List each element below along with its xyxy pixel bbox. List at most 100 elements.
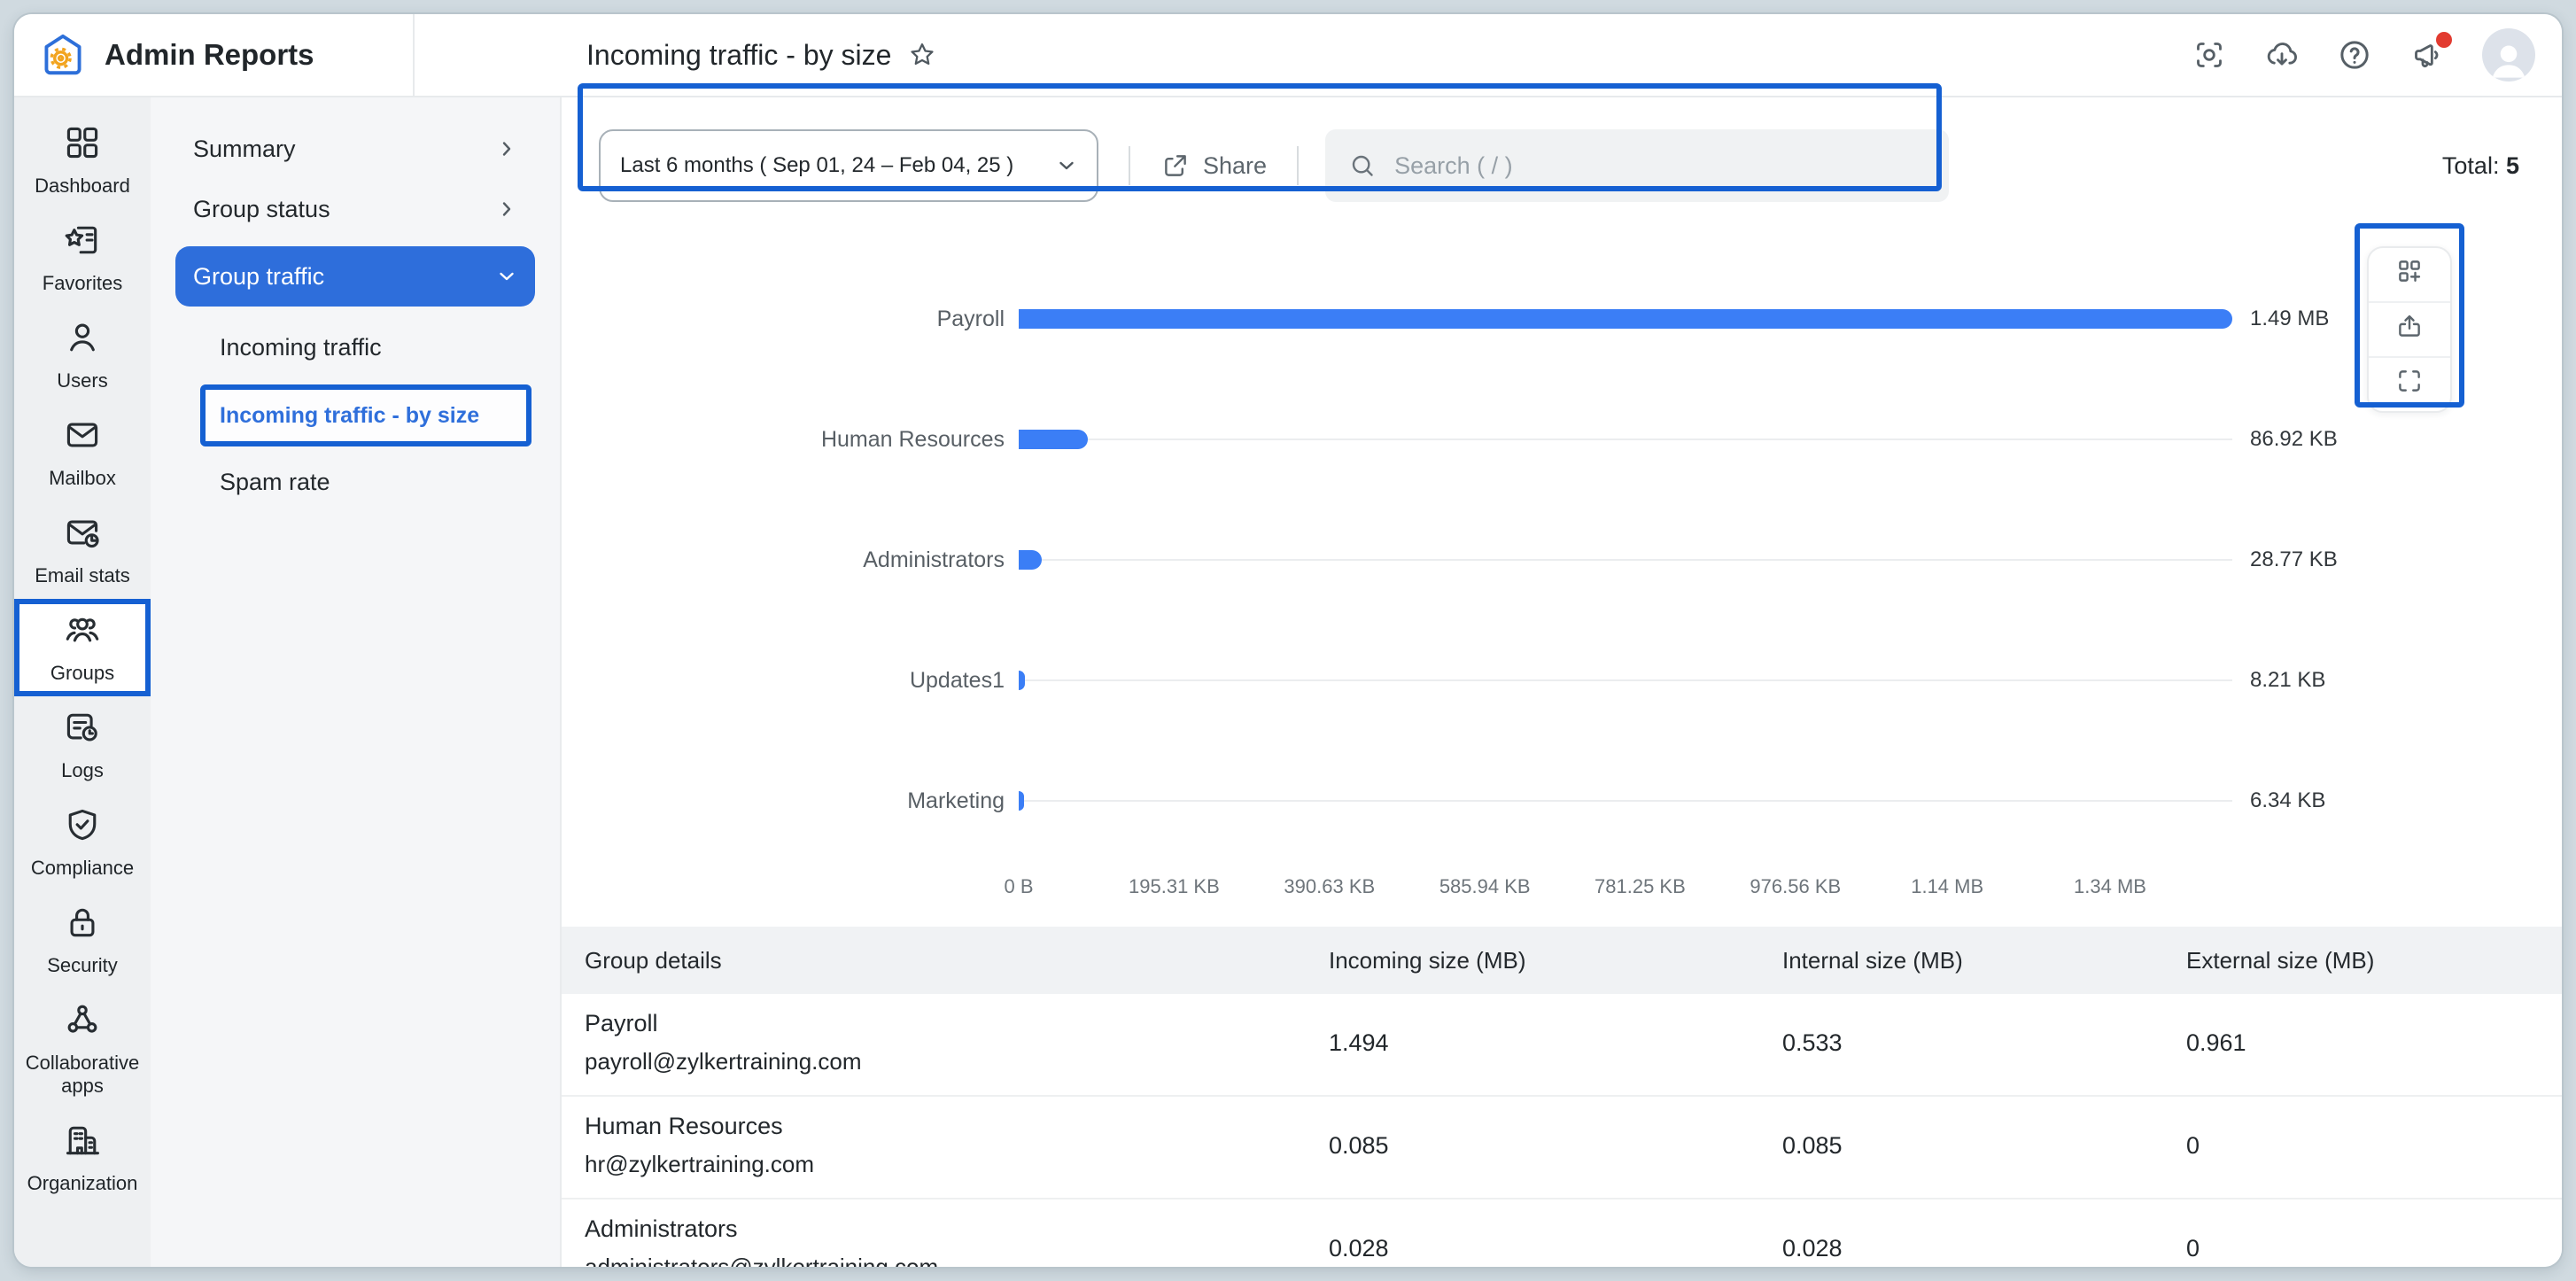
rail-item-label: Dashboard [35,175,130,198]
date-range-dropdown[interactable]: Last 6 months ( Sep 01, 24 – Feb 04, 25 … [599,129,1098,202]
nav-item-label: Group traffic [193,262,325,290]
group-name: Human Resources [585,1113,783,1139]
user-avatar[interactable] [2482,28,2535,82]
search-input[interactable] [1394,151,1927,180]
table-body: Payroll payroll@zylkertraining.com 1.494… [562,994,2562,1267]
chart-category-label: Human Resources [820,426,1005,452]
admin-reports-logo-icon [39,31,87,79]
x-axis-tick: 976.56 KB [1750,875,1842,897]
help-icon[interactable] [2337,37,2372,73]
nav-item-summary[interactable]: Summary [175,119,535,179]
rail-item-users[interactable]: Users [14,307,151,404]
share-label: Share [1203,151,1268,179]
report-content: Last 6 months ( Sep 01, 24 – Feb 04, 25 … [562,97,2562,1267]
favorites-icon [63,221,102,267]
add-widget-icon [2394,256,2425,293]
rail-item-groups[interactable]: Groups [14,599,151,696]
divider [1297,146,1300,185]
star-outline-icon[interactable] [907,40,937,70]
x-axis-tick: 0 B [1004,875,1034,897]
chart-category-label: Updates1 [909,667,1005,693]
export-button[interactable] [2369,303,2450,358]
rail-item-mailbox[interactable]: Mailbox [14,404,151,501]
chart-row-administrators: Administrators 28.77 KB [562,500,2562,620]
chart-row-human-resources: Human Resources 86.92 KB [562,379,2562,500]
group-details-cell: Administrators administrators@zylkertrai… [562,1215,1329,1267]
incoming-size-cell: 1.494 [1329,1029,1389,1056]
chevron-down-icon [496,266,517,287]
x-axis-tick: 390.63 KB [1284,875,1376,897]
security-icon [63,903,102,949]
divider [1129,146,1130,185]
group-details-table: Group details Incoming size (MB) Internal … [562,927,2562,1267]
screenshot-icon[interactable] [2192,37,2227,73]
admin-reports-window: Admin Reports Incoming traffic - by size… [14,14,2562,1267]
table-row-payroll[interactable]: Payroll payroll@zylkertraining.com 1.494… [562,994,2562,1097]
share-icon [1165,155,1186,176]
collaborative-apps-icon [63,1000,102,1046]
chart-bar-track [1019,430,2232,449]
users-icon [63,318,102,364]
table-header-cell: Group details [585,946,722,974]
app-title: Admin Reports [105,38,314,71]
add-widget-button[interactable] [2369,248,2450,303]
internal-size-cell: 0.533 [1782,1029,1843,1056]
nav-item-spam-rate[interactable]: Spam rate [175,448,535,516]
organization-icon [63,1121,102,1167]
rail-item-compliance[interactable]: Compliance [14,794,151,891]
rail-item-label: Mailbox [49,467,116,490]
chart-category-label: Administrators [863,547,1005,572]
screenshot-root: Admin Reports Incoming traffic - by size… [0,0,2576,1281]
nav-item-incoming-traffic-by-size[interactable]: Incoming traffic - by size [200,384,531,446]
x-axis-tick: 1.14 MB [1911,875,1984,897]
nav-item-label: Summary [193,135,296,162]
chart-row-updates1: Updates1 8.21 KB [562,620,2562,741]
table-row-human-resources[interactable]: Human Resources hr@zylkertraining.com 0.… [562,1097,2562,1199]
rail-item-dashboard[interactable]: Dashboard [14,112,151,209]
total-count: Total: 5 [2441,151,2519,179]
x-axis-tick: 1.34 MB [2074,875,2146,897]
external-size-cell: 0.961 [2186,1029,2246,1056]
mailbox-icon [63,415,102,462]
chart-value-label: 86.92 KB [2250,427,2338,451]
topbar-actions [2192,28,2562,82]
chart-row-marketing: Marketing 6.34 KB [562,741,2562,861]
chart-bar-track [1019,791,2232,811]
rail-item-label: Favorites [42,272,123,295]
share-button[interactable]: Share [1160,151,1267,181]
nav-item-label: Spam rate [220,468,330,495]
internal-size-cell: 0.085 [1782,1131,1843,1159]
chart-row-payroll: Payroll 1.49 MB [562,259,2562,379]
chart-bar-track [1019,550,2232,570]
main-area: Dashboard Favorites Users Mailbox Email … [14,97,2562,1267]
nav-item-group-traffic[interactable]: Group traffic [175,246,535,307]
topbar: Admin Reports Incoming traffic - by size [14,14,2562,97]
export-icon [2394,311,2425,348]
nav-item-group-status[interactable]: Group status [175,179,535,239]
nav-item-label: Incoming traffic - by size [220,402,480,428]
dashboard-icon [63,123,102,169]
rail-item-label: Compliance [30,857,135,880]
rail-item-label: Email stats [35,564,130,587]
nav-item-incoming-traffic[interactable]: Incoming traffic [175,314,535,381]
rail-item-organization[interactable]: Organization [14,1109,151,1207]
announcements-icon[interactable] [2409,32,2452,73]
chevron-right-icon [496,198,517,220]
rail-item-security[interactable]: Security [14,891,151,989]
chart-bar [1019,671,1026,690]
rail-item-email-stats[interactable]: Email stats [14,501,151,599]
table-row-administrators[interactable]: Administrators administrators@zylkertrai… [562,1199,2562,1267]
group-email: payroll@zylkertraining.com [585,1048,862,1075]
rail-item-logs[interactable]: Logs [14,696,151,794]
cloud-download-icon[interactable] [2264,37,2300,73]
x-axis-tick: 585.94 KB [1439,875,1531,897]
nav-item-label: Incoming traffic [220,333,382,361]
rail-item-collaborative-apps[interactable]: Collaborative apps [14,989,151,1109]
module-rail: Dashboard Favorites Users Mailbox Email … [14,97,151,1267]
rail-item-label: Users [57,369,108,392]
chart-value-label: 6.34 KB [2250,788,2326,812]
fullscreen-button[interactable] [2369,358,2450,411]
rail-item-label: Security [47,954,118,977]
rail-item-favorites[interactable]: Favorites [14,209,151,307]
rail-item-label: Collaborative apps [25,1052,140,1097]
